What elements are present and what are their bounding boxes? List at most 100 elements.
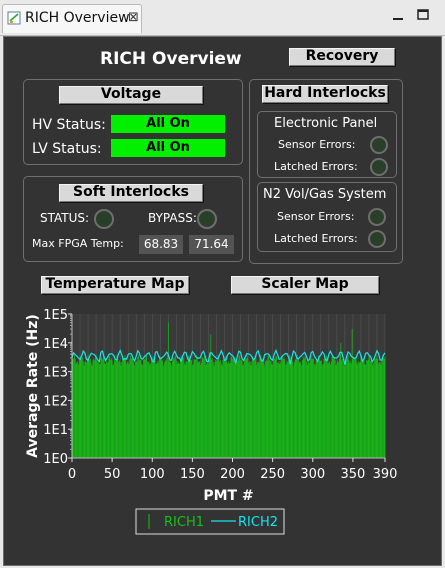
rich1-bar [263, 362, 265, 458]
lv-status-indicator: All On [111, 139, 225, 157]
rich1-bar [108, 355, 110, 458]
rich1-bar [337, 360, 338, 458]
y-tick-label: 1E1 [43, 423, 68, 438]
recovery-button[interactable]: Recovery [289, 48, 395, 66]
rich1-bar [244, 358, 245, 458]
rich1-bar [373, 363, 375, 458]
rich1-bar [135, 361, 136, 458]
rich1-bar [232, 359, 233, 458]
rich1-bar [94, 360, 95, 458]
rich1-bar [298, 362, 300, 458]
rich1-bar [109, 356, 111, 458]
rich1-bar [99, 364, 101, 458]
rich1-bar [159, 356, 161, 458]
rich1-bar [281, 356, 282, 458]
rich1-bar [245, 358, 247, 458]
rich1-bar [93, 358, 95, 458]
panel-icon [7, 11, 21, 25]
rich1-bar [294, 358, 296, 458]
rich1-bar [330, 364, 331, 458]
rich1-bar [336, 363, 338, 458]
soft-interlocks-button[interactable]: Soft Interlocks [59, 184, 203, 202]
rich1-bar [88, 358, 90, 458]
x-tick-label: 0 [68, 467, 76, 482]
hv-status-label: HV Status: [32, 117, 106, 133]
hard-interlocks-button[interactable]: Hard Interlocks [262, 85, 388, 103]
rich1-bar [184, 364, 186, 458]
rich1-bar [300, 362, 302, 458]
rich1-bar [331, 355, 333, 458]
electronic-sensor-errors-label: Sensor Errors: [278, 138, 356, 151]
rich1-bar [286, 360, 288, 458]
rich1-bar [181, 358, 183, 458]
editor-tab-bar: RICH Overview ⊠ [0, 0, 445, 36]
hv-status-indicator: All On [111, 115, 225, 133]
close-icon[interactable]: ⊠ [128, 10, 139, 25]
rich1-bar [372, 365, 374, 458]
rich1-bar [131, 358, 132, 458]
rich1-bar [345, 358, 347, 458]
rich1-bar [273, 359, 274, 458]
rich1-bar [239, 356, 241, 458]
rich1-bar [147, 361, 148, 458]
rich1-bar [322, 364, 323, 458]
fpga-temp-label: Max FPGA Temp: [32, 237, 124, 250]
rich1-bar [165, 361, 167, 458]
rich1-bar [305, 361, 307, 458]
scaler-map-button[interactable]: Scaler Map [231, 276, 379, 294]
rich1-bar [312, 358, 314, 458]
rich1-bar [192, 364, 194, 458]
rich1-bar [141, 364, 143, 458]
rich1-bar [358, 362, 360, 458]
rich1-bar [313, 358, 314, 458]
rich1-bar [216, 357, 218, 458]
rich1-bar [354, 358, 355, 458]
rich1-bar [201, 356, 203, 458]
rich1-bar [257, 362, 258, 458]
x-tick-label: 390 [373, 467, 398, 482]
rich1-bar [332, 357, 334, 458]
rich1-bar [72, 358, 74, 458]
rich1-bar [379, 362, 380, 458]
rich1-bar [179, 363, 180, 458]
rich1-bar [137, 356, 139, 458]
rich1-bar [80, 357, 82, 458]
rich1-bar [280, 362, 282, 458]
temperature-map-button[interactable]: Temperature Map [41, 276, 189, 294]
rich1-bar [92, 360, 94, 458]
rich1-bar [361, 355, 363, 458]
rich1-bar [222, 359, 224, 458]
rich1-bar [128, 364, 130, 458]
rich1-bar [196, 355, 197, 458]
rich1-bar [214, 362, 216, 458]
rich1-bar [208, 359, 210, 458]
rich1-bar [308, 362, 310, 458]
rich1-bar [190, 359, 192, 458]
rich1-bar [132, 357, 134, 458]
x-tick-label: 200 [220, 467, 245, 482]
rich1-bar [209, 354, 211, 458]
x-tick-label: 350 [340, 467, 365, 482]
y-tick-label: 1E0 [43, 452, 68, 467]
rich1-bar [156, 361, 158, 458]
rich1-bar [368, 355, 370, 458]
tab-rich-overview[interactable]: RICH Overview ⊠ [2, 4, 142, 33]
rich1-bar [124, 355, 126, 458]
rich1-bar [252, 356, 253, 458]
rich1-bar [255, 360, 257, 458]
rich1-bar [256, 364, 257, 458]
rich1-bar [374, 357, 375, 458]
voltage-button[interactable]: Voltage [59, 86, 203, 104]
rich1-bar [169, 360, 171, 458]
rich1-bar [249, 362, 251, 458]
rich1-bar [155, 364, 156, 458]
maximize-icon[interactable] [415, 8, 431, 24]
rich1-bar [232, 357, 234, 458]
y-tick-label: 1E3 [43, 366, 68, 381]
rich1-bar [151, 357, 153, 458]
x-tick-label: 50 [104, 467, 121, 482]
minimize-icon[interactable] [390, 8, 406, 24]
rich1-bar [182, 357, 184, 458]
rich1-bar [154, 358, 156, 458]
rich1-bar [382, 355, 383, 458]
